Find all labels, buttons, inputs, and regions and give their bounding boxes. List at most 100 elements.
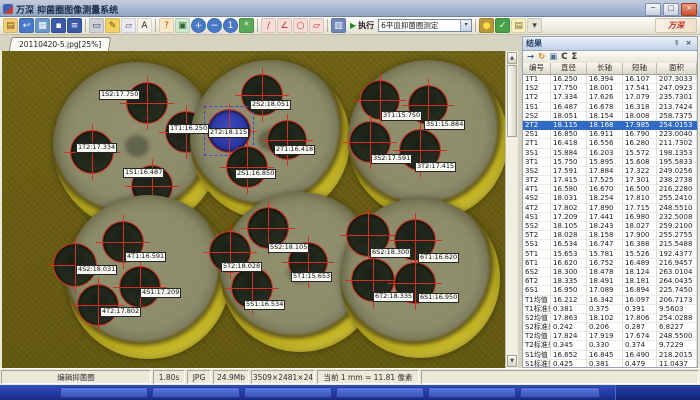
zone-label-4T1[interactable]: 4T1:16.591 [125,252,166,262]
tab-active-image[interactable]: 20110420-5.jpg[25%] [9,37,112,52]
clear-icon[interactable]: C [561,52,567,63]
measure-angle-icon[interactable]: ∠ [277,18,292,33]
close-button[interactable]: × [681,3,697,16]
table-row[interactable]: S2标准差0.2420.2060.2876.8227 [523,323,697,332]
table-row[interactable]: 2S218.05118.15418.008258.7375 [523,112,697,121]
windows-taskbar[interactable] [0,385,700,400]
table-row[interactable]: 3S217.59117.88417.322249.0256 [523,167,697,176]
print-icon[interactable]: ▭ [89,18,104,33]
zone-label-5T2[interactable]: 5T2:18.028 [221,262,262,272]
table-row[interactable]: T2标准差0.3450.3300.3749.7229 [523,341,697,350]
help-cursor-icon[interactable]: ? [159,18,174,33]
export-icon[interactable]: → [527,52,534,63]
table-row[interactable]: T1均值16.21216.34216.097206.7173 [523,296,697,305]
zone-label-3S1[interactable]: 3S1:15.884 [424,120,465,130]
zone-label-5S2[interactable]: 5S2:18.105 [268,243,309,253]
copy-icon[interactable]: ▣ [549,52,557,63]
system-tray[interactable] [615,385,700,400]
zone-label-6T1[interactable]: 6T1:16.620 [418,253,459,263]
text-tool-icon[interactable]: A [137,18,152,33]
scrollbar-thumb[interactable] [507,65,517,137]
zone-label-4S1[interactable]: 4S1:17.209 [140,288,181,298]
zoom-out-icon[interactable]: − [207,18,222,33]
table-row[interactable]: 3T115.75015.89515.608195.5833 [523,158,697,167]
table-row[interactable]: 2T116.41816.55616.280211.7302 [523,139,697,148]
zone-label-3T1[interactable]: 3T1:15.750 [381,111,422,121]
pin-icon[interactable]: ✎ [670,39,681,49]
table-row[interactable]: 3S115.88416.20315.572198.1353 [523,149,697,158]
taskbar-button[interactable] [428,387,516,398]
note-dropdown-icon[interactable]: ▾ [527,18,542,33]
mode-selector[interactable]: 6平皿抑菌圈测定▾ [378,19,472,32]
note-icon[interactable]: ▤ [511,18,526,33]
zone-label-2S1[interactable]: 2S1:16.850 [235,169,276,179]
table-row[interactable]: S1标准差0.4250.3810.47911.0437 [523,360,697,367]
results-panel-titlebar[interactable]: 结果 ✎ × [523,37,697,51]
taskbar-button[interactable] [520,387,600,398]
refresh-icon[interactable]: ↻ [538,52,545,63]
zone-label-3S2[interactable]: 3S2:17.591 [371,154,412,164]
table-row[interactable]: 2S116.85016.91116.790223.0040 [523,130,697,139]
measure-circle-icon[interactable]: ○ [293,18,308,33]
table-row[interactable]: 4S218.03118.25417.810255.2410 [523,194,697,203]
fit-view-icon[interactable]: * [239,18,254,33]
table-row[interactable]: 6S116.95017.08916.894225.7450 [523,286,697,295]
zone-label-6S1[interactable]: 6S1:16.950 [418,293,459,303]
taskbar-button[interactable] [60,387,148,398]
table-row[interactable]: T1标准差0.3810.3750.3919.5603 [523,305,697,314]
zone-label-1S1[interactable]: 1S1:16.487 [123,168,164,178]
zone-label-5T1[interactable]: 5T1:15.653 [291,272,332,282]
sum-icon[interactable]: Σ [572,52,578,63]
table-row[interactable]: 4S117.20917.44116.980232.5008 [523,213,697,222]
table-row[interactable]: 3T217.41517.52517.301238.2738 [523,176,697,185]
zone-label-2S2[interactable]: 2S2:18.051 [250,100,291,110]
taskbar-button[interactable] [336,387,424,398]
window-titlebar[interactable]: 万深 抑菌圈图像测量系统 ─□× [0,2,700,17]
open-folder-icon[interactable]: ▤ [3,18,18,33]
save-icon[interactable]: ▪ [51,18,66,33]
image-frame-icon[interactable]: ▣ [175,18,190,33]
zone-label-1T2[interactable]: 1T2:17.334 [76,143,117,153]
zone-label-1S2[interactable]: 1S2:17.750 [99,90,140,100]
column-header[interactable]: 直径 [551,63,587,74]
minimize-button[interactable]: ─ [645,3,661,16]
table-row[interactable]: 1S116.48716.67816.318213.7424 [523,103,697,112]
column-header[interactable]: 编号 [523,63,551,74]
pencil-icon[interactable]: ✎ [105,18,120,33]
taskbar-button[interactable] [244,387,332,398]
zone-label-6S2[interactable]: 6S2:18.300 [370,248,411,258]
zone-label-6T2[interactable]: 6T2:18.335 [373,292,414,302]
column-header[interactable]: 面积 [657,63,697,74]
column-header[interactable]: 长轴 [587,63,623,74]
measure-area-icon[interactable]: ▱ [309,18,324,33]
zone-label-4S2[interactable]: 4S2:18.031 [76,265,117,275]
measure-line-icon[interactable]: ∕ [261,18,276,33]
table-row[interactable]: 5S218.10518.24318.027259.2100 [523,222,697,231]
table-row[interactable]: 2T218.11518.16817.985254.0153 [523,121,697,130]
table-row[interactable]: T2均值17.82417.91917.674248.5500 [523,332,697,341]
scroll-up-icon[interactable]: ▲ [507,52,517,64]
viewer-vertical-scrollbar[interactable]: ▲ ▼ [505,51,518,368]
scroll-down-icon[interactable]: ▼ [507,355,517,367]
table-row[interactable]: 5S116.53416.74716.388215.5488 [523,240,697,249]
maximize-button[interactable]: □ [663,3,679,16]
settings-panel-icon[interactable]: ▥ [331,18,346,33]
apply-check-icon[interactable]: ✓ [495,18,510,33]
table-row[interactable]: 6S218.30018.47818.124263.0104 [523,268,697,277]
zone-label-2T1[interactable]: 2T1:16.418 [274,145,315,155]
table-row[interactable]: 5T115.65315.78115.526192.4377 [523,250,697,259]
zone-label-1T1[interactable]: 1T1:16.250 [168,124,209,134]
close-icon[interactable]: × [683,39,694,49]
taskbar-button[interactable] [152,387,240,398]
table-row[interactable]: 1T217.33417.62617.079235.7301 [523,93,697,102]
zoom-actual-icon[interactable]: 1 [223,18,238,33]
execute-button[interactable]: ▶执行 [347,20,377,31]
import-image-icon[interactable]: ↩ [19,18,34,33]
table-row[interactable]: 4T116.58016.67016.500216.2280 [523,185,697,194]
column-header[interactable]: 短轴 [623,63,657,74]
image-viewer-canvas[interactable]: 1S2:17.750 1T1:16.250 1T2:17.334 1S1:16.487… [2,51,505,368]
zoom-in-icon[interactable]: + [191,18,206,33]
zone-label-4T2[interactable]: 4T2:17.802 [100,307,141,317]
bulb-icon[interactable]: ● [479,18,494,33]
table-row[interactable]: 4T217.80217.89017.715248.5510 [523,204,697,213]
